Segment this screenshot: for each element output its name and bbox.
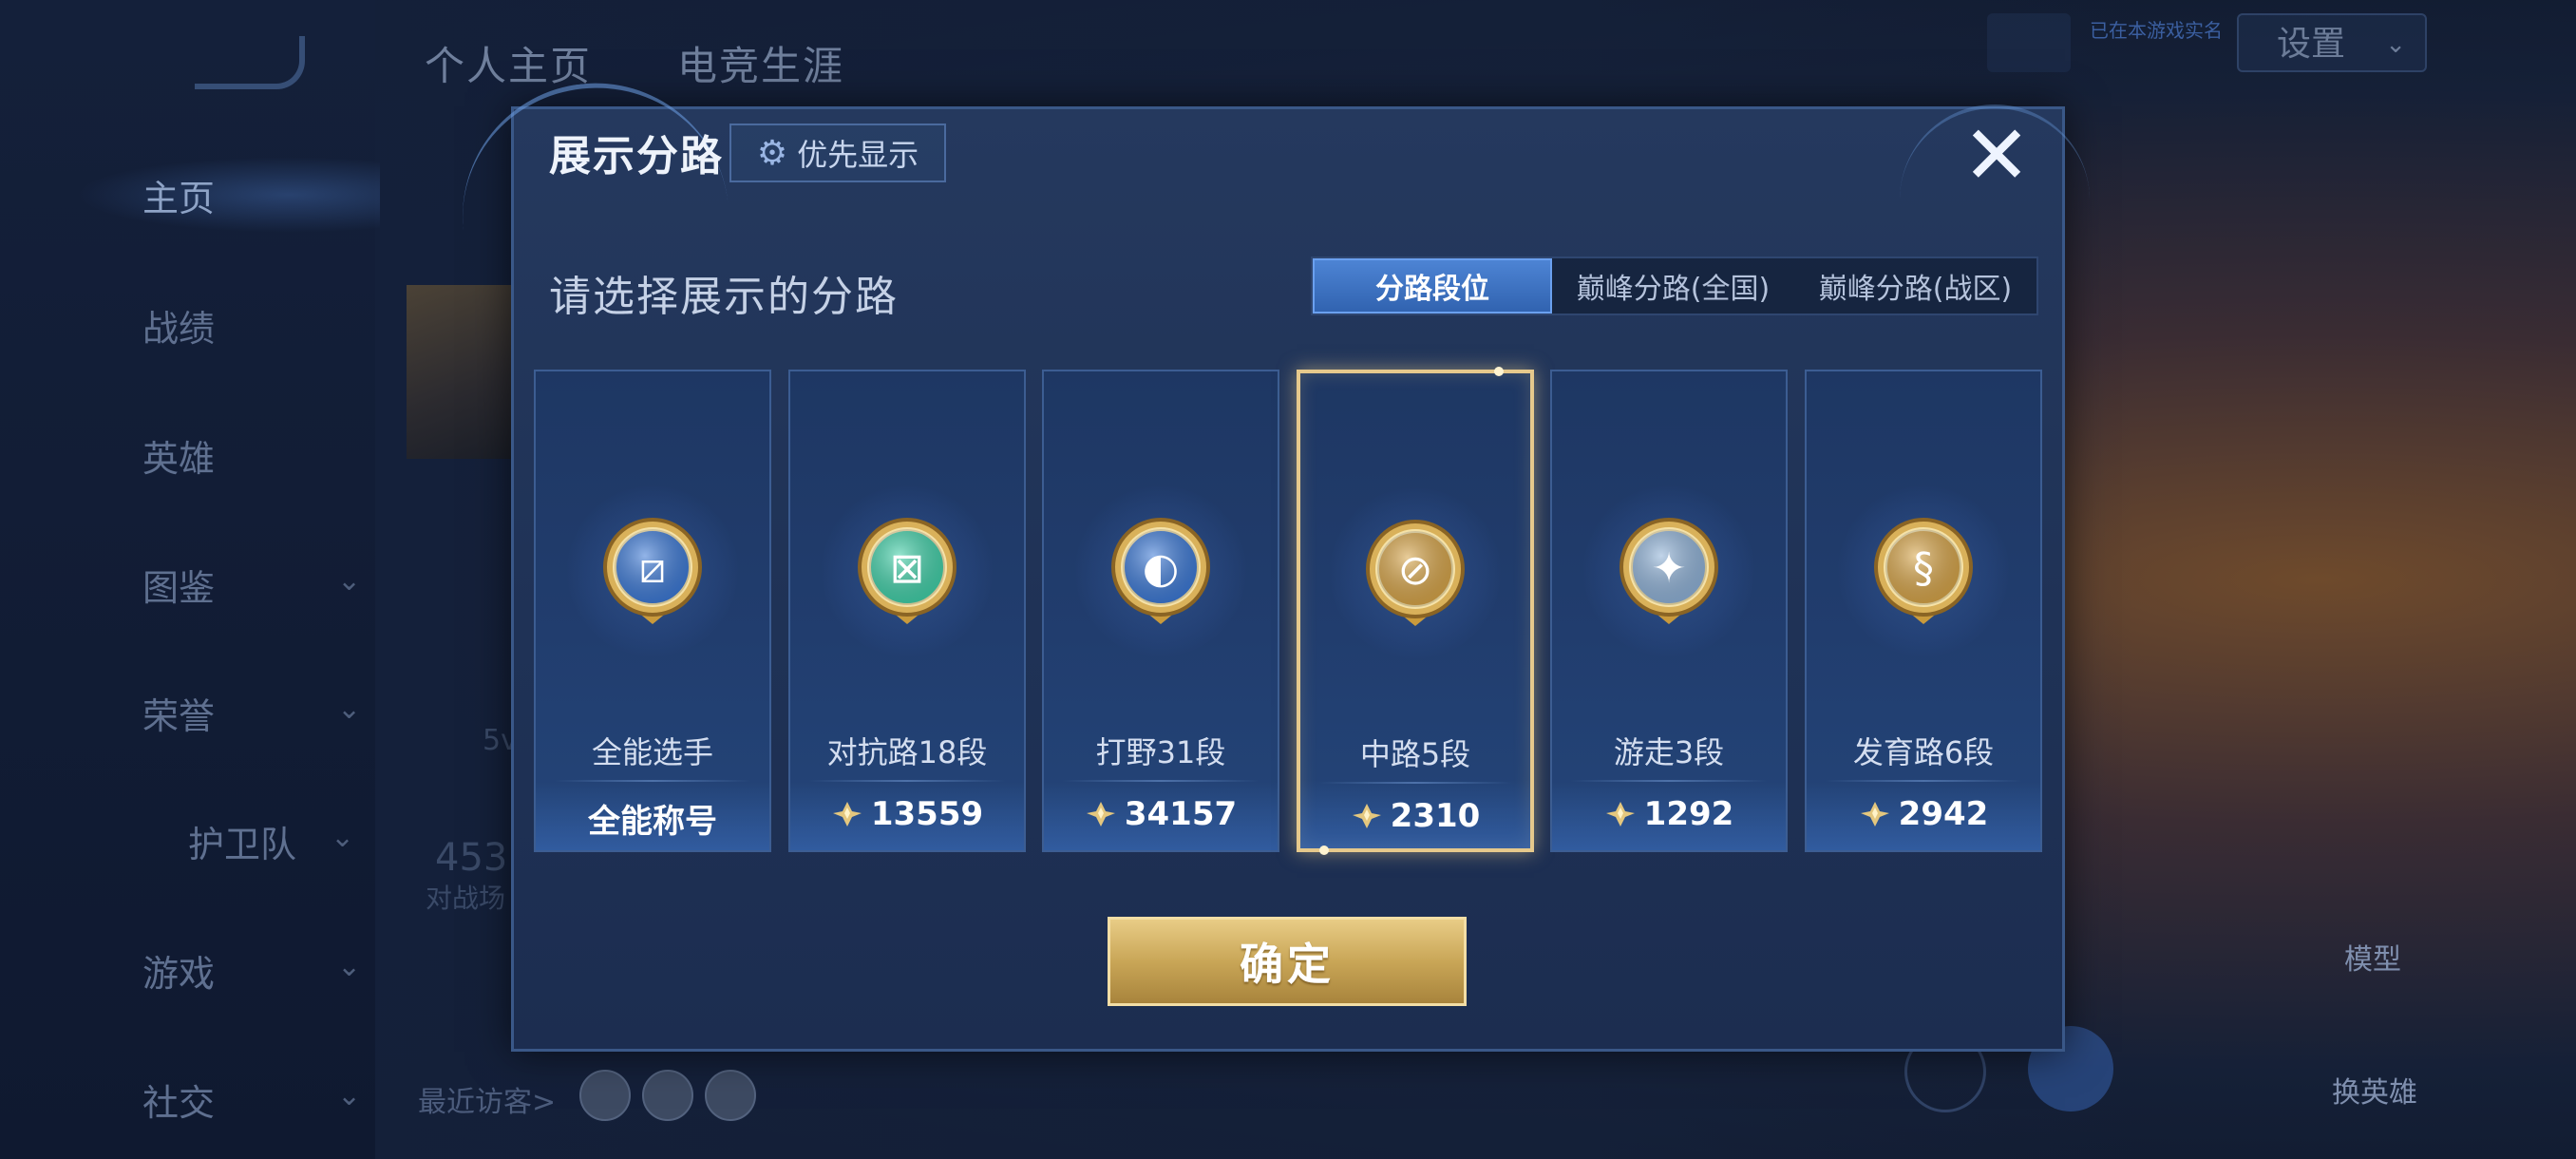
sidebar-item-guard[interactable]: 护卫队 ⌄ — [188, 815, 397, 867]
verified-tag: 已在本游戏实名 — [2090, 19, 2223, 42]
tab-lane-rank[interactable]: 分路段位 — [1313, 258, 1552, 314]
lane-card-score: 2942 — [1807, 795, 2040, 833]
sidebar-item-codex[interactable]: 图鉴 ⌄ — [142, 559, 361, 611]
lane-card[interactable]: ⧄ 全能选手全能称号 — [534, 370, 771, 852]
lane-card-score: 2310 — [1300, 797, 1530, 835]
close-button[interactable]: ✕ — [1961, 108, 2032, 203]
proficiency-icon — [1605, 802, 1635, 826]
proficiency-icon — [1860, 802, 1889, 826]
chevron-down-icon: ⌄ — [337, 1079, 362, 1112]
svg-text:✦: ✦ — [1652, 544, 1687, 593]
avatar[interactable] — [407, 285, 521, 459]
lane-card-name: 发育路6段 — [1852, 734, 1995, 770]
lane-card[interactable]: ◐ 打野31段 34157 — [1042, 370, 1279, 852]
farm-lane-badge-icon: § — [1874, 518, 1973, 624]
jungle-badge-icon: ◐ — [1111, 518, 1210, 624]
lane-card-name: 对抗路18段 — [826, 734, 988, 770]
lane-card-score: 全能称号 — [536, 795, 769, 842]
lane-card-list: ⧄ 全能选手全能称号 ⊠ 对抗路18段 13559 ◐ 打野31段 34157 ⊘ 中路5段 231… — [534, 367, 2042, 855]
clash-lane-badge-icon: ⊠ — [858, 518, 957, 624]
settings-button[interactable]: 设置 ⌄ — [2237, 13, 2427, 72]
partial-count: 453 — [435, 836, 508, 880]
dialog-subtitle: 请选择展示的分路 — [549, 273, 899, 321]
svg-text:⊠: ⊠ — [890, 544, 925, 593]
lane-card-score: 13559 — [790, 795, 1024, 833]
lane-card-value: 1292 — [1643, 795, 1734, 833]
chevron-down-icon: ⌄ — [337, 693, 362, 726]
tab-peak-national[interactable]: 巅峰分路(全国) — [1552, 258, 1794, 314]
visitor-avatar[interactable] — [579, 1070, 631, 1121]
sidebar-item-honors[interactable]: 荣誉 ⌄ — [142, 687, 361, 739]
lane-card[interactable]: ⊘ 中路5段 2310 — [1297, 367, 1534, 855]
proficiency-icon — [1086, 802, 1115, 826]
lane-card-value: 2310 — [1390, 797, 1481, 835]
selection-spark — [1494, 367, 1504, 376]
back-arrow-icon[interactable] — [195, 36, 305, 89]
lane-card-name: 游走3段 — [1613, 734, 1725, 770]
roam-badge-icon: ✦ — [1619, 518, 1718, 624]
settings-label: 设置 — [2277, 25, 2346, 64]
close-icon: ✕ — [1961, 108, 2032, 203]
lane-card-score: 34157 — [1044, 795, 1278, 833]
proficiency-icon — [1352, 804, 1381, 828]
lane-card-score: 1292 — [1552, 795, 1786, 833]
lane-card[interactable]: ⊠ 对抗路18段 13559 — [788, 370, 1026, 852]
lane-card-value: 34157 — [1124, 795, 1238, 833]
dialog-title: 展示分路 — [549, 132, 724, 180]
mid-lane-badge-icon: ⊘ — [1366, 520, 1465, 626]
visitor-avatar[interactable] — [705, 1070, 756, 1121]
chevron-down-icon: ⌄ — [2385, 30, 2406, 59]
lane-card-name: 打野31段 — [1095, 734, 1226, 770]
sidebar-item-heroes[interactable]: 英雄 — [142, 429, 351, 482]
lane-card[interactable]: § 发育路6段 2942 — [1805, 370, 2042, 852]
lane-card-value: 13559 — [870, 795, 984, 833]
lane-card[interactable]: ✦ 游走3段 1292 — [1550, 370, 1788, 852]
sidebar-item-home[interactable]: 主页 — [142, 169, 351, 221]
lane-card-name: 中路5段 — [1359, 736, 1471, 772]
lane-card-name: 全能选手 — [591, 734, 713, 770]
tab-peak-region[interactable]: 巅峰分路(战区) — [1794, 258, 2036, 314]
partial-battle-label: 对战场 — [426, 883, 506, 914]
svg-text:◐: ◐ — [1143, 544, 1179, 593]
model-button[interactable]: 模型 — [2325, 936, 2420, 978]
proficiency-icon — [832, 802, 862, 826]
selection-spark — [1319, 846, 1329, 855]
lane-type-tabs: 分路段位 巅峰分路(全国) 巅峰分路(战区) — [1311, 256, 2038, 315]
recent-visitors-link[interactable]: 最近访客> — [418, 1078, 556, 1120]
all-round-badge-icon: ⧄ — [603, 518, 702, 624]
sidebar-item-social[interactable]: 社交 ⌄ — [142, 1074, 361, 1126]
notification-icon[interactable] — [1987, 13, 2071, 72]
chevron-down-icon: ⌄ — [331, 821, 355, 854]
tab-esports-career[interactable]: 电竞生涯 — [677, 34, 844, 92]
sidebar-item-records[interactable]: 战绩 — [142, 299, 351, 352]
gear-icon: ⚙ — [756, 133, 788, 173]
visitor-avatar[interactable] — [642, 1070, 693, 1121]
sidebar-item-games[interactable]: 游戏 ⌄ — [142, 944, 361, 997]
svg-text:§: § — [1913, 544, 1934, 593]
swap-hero-button[interactable]: 换英雄 — [2318, 1069, 2432, 1111]
svg-text:⧄: ⧄ — [639, 544, 666, 593]
chevron-down-icon: ⌄ — [337, 564, 362, 598]
lane-card-value: 2942 — [1898, 795, 1989, 833]
confirm-button[interactable]: 确定 — [1108, 917, 1467, 1006]
svg-text:⊘: ⊘ — [1398, 546, 1433, 595]
tab-profile[interactable]: 个人主页 — [425, 34, 592, 92]
priority-display-label: 优先显示 — [797, 137, 919, 173]
priority-display-button[interactable]: ⚙ 优先显示 — [729, 124, 946, 182]
lane-card-value: 全能称号 — [588, 803, 717, 841]
chevron-down-icon: ⌄ — [337, 950, 362, 983]
